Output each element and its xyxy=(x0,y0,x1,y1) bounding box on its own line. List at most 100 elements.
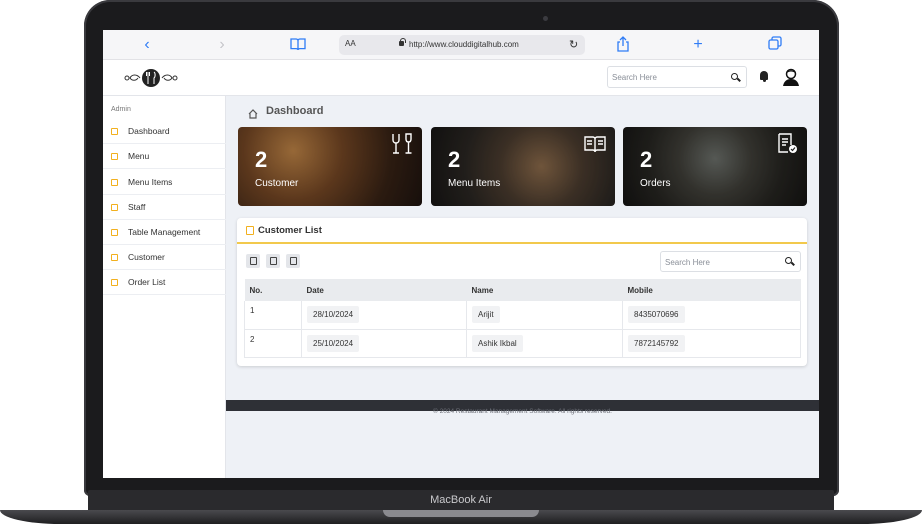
table-header-row: No. Date Name Mobile xyxy=(244,279,801,301)
cell-name: Ashik Ikbal xyxy=(466,329,623,358)
laptop-frame: ‹ › AA http://www.clouddigitalhub.com ↻ … xyxy=(0,0,922,530)
bell-icon[interactable] xyxy=(760,71,768,82)
print-icon xyxy=(289,256,297,265)
url-text: http://www.clouddigitalhub.com xyxy=(409,40,519,49)
stat-card-value: 2 xyxy=(448,147,461,172)
export-pdf-button[interactable] xyxy=(266,254,280,268)
search-icon[interactable] xyxy=(731,73,738,80)
stat-card-value: 2 xyxy=(640,147,653,172)
cell-mobile: 8435070696 xyxy=(622,301,801,330)
sidebar-item-menu[interactable]: Menu xyxy=(103,144,226,169)
panel-title: Customer List xyxy=(258,225,322,236)
stat-card-menu-items[interactable]: 2 Menu Items xyxy=(431,127,615,206)
sidebar-item-dashboard[interactable]: Dashboard xyxy=(103,119,226,144)
stat-card-value: 2 xyxy=(255,147,268,172)
sidebar-item-table-management[interactable]: Table Management xyxy=(103,220,226,245)
home-icon xyxy=(248,106,258,119)
sidebar-item-label: Customer xyxy=(128,252,165,262)
sidebar-item-label: Table Management xyxy=(128,227,201,237)
table-icon xyxy=(111,229,118,236)
order-check-icon xyxy=(775,132,799,156)
sidebar-section-admin: Admin xyxy=(111,106,131,113)
screen: ‹ › AA http://www.clouddigitalhub.com ↻ … xyxy=(103,30,819,478)
cell-mobile-value: 8435070696 xyxy=(628,306,685,324)
cell-date: 28/10/2024 xyxy=(301,301,467,330)
search-icon[interactable] xyxy=(785,257,792,264)
menu-book-icon xyxy=(111,153,118,160)
cell-no: 1 xyxy=(244,301,302,330)
sidebar-item-label: Menu Items xyxy=(128,177,173,187)
cell-date-value: 25/10/2024 xyxy=(307,334,360,352)
cell-name-value: Ashik Ikbal xyxy=(472,334,523,352)
cell-mobile: 7872145792 xyxy=(622,329,801,358)
page-footer: © 2024 Restaurant Management Software. A… xyxy=(226,400,819,415)
sidebar-item-label: Order List xyxy=(128,277,166,287)
back-icon[interactable]: ‹ xyxy=(138,36,156,54)
forward-icon[interactable]: › xyxy=(213,36,231,54)
column-header-date[interactable]: Date xyxy=(301,279,467,301)
restaurant-logo-icon[interactable] xyxy=(121,67,181,89)
wine-glass-icon xyxy=(390,132,414,156)
column-header-name[interactable]: Name xyxy=(466,279,623,301)
footer-text: © 2024 Restaurant Management Software. A… xyxy=(433,408,612,415)
laptop-notch xyxy=(383,510,539,517)
cell-name-value: Arijit xyxy=(472,306,500,324)
cell-date-value: 28/10/2024 xyxy=(307,306,360,324)
user-icon xyxy=(111,254,118,261)
clipboard-icon xyxy=(246,226,254,235)
cell-no: 2 xyxy=(244,329,302,358)
sidebar: Admin Dashboard Menu Menu Items Staff Ta… xyxy=(103,96,226,478)
sidebar-item-customer[interactable]: Customer xyxy=(103,245,226,270)
header-search-input[interactable] xyxy=(612,70,722,84)
main-content: Dashboard 2 Customer 2 Menu Items 2 Orde… xyxy=(226,96,819,478)
stat-card-label: Customer xyxy=(255,178,299,189)
customer-table: No. Date Name Mobile 1 28/10/2024 Arijit… xyxy=(244,279,801,358)
page-title: Dashboard xyxy=(266,105,324,117)
stat-card-orders[interactable]: 2 Orders xyxy=(623,127,807,206)
list-search[interactable] xyxy=(660,251,801,272)
cell-date: 25/10/2024 xyxy=(301,329,467,358)
fork-knife-icon xyxy=(111,179,118,186)
device-label: MacBook Air xyxy=(430,494,492,506)
laptop-base: MacBook Air xyxy=(0,490,922,530)
header-search[interactable] xyxy=(607,66,747,88)
avatar[interactable] xyxy=(781,67,801,87)
sidebar-item-staff[interactable]: Staff xyxy=(103,195,226,220)
excel-icon xyxy=(249,256,257,265)
new-tab-icon[interactable]: + xyxy=(689,36,707,54)
export-excel-button[interactable] xyxy=(246,254,260,268)
sidebar-item-label: Menu xyxy=(128,151,150,161)
reader-aa[interactable]: AA xyxy=(345,39,356,48)
chef-hat-icon xyxy=(111,204,118,211)
grid-icon xyxy=(111,128,118,135)
camera-dot xyxy=(543,16,548,21)
stat-card-customer[interactable]: 2 Customer xyxy=(238,127,422,206)
lock-icon xyxy=(399,38,406,46)
sidebar-item-label: Dashboard xyxy=(128,126,170,136)
cell-mobile-value: 7872145792 xyxy=(628,334,685,352)
reload-icon[interactable]: ↻ xyxy=(569,38,578,51)
panel-header: Customer List xyxy=(237,218,807,244)
stat-card-label: Orders xyxy=(640,178,671,189)
sidebar-item-menu-items[interactable]: Menu Items xyxy=(103,170,226,195)
sidebar-item-label: Staff xyxy=(128,202,146,212)
cell-name: Arijit xyxy=(466,301,623,330)
app-header xyxy=(103,60,819,96)
browser-toolbar: ‹ › AA http://www.clouddigitalhub.com ↻ … xyxy=(103,30,819,60)
open-book-icon xyxy=(583,132,607,156)
sidebar-item-order-list[interactable]: Order List xyxy=(103,270,226,295)
bookmarks-icon[interactable] xyxy=(289,36,307,54)
table-row[interactable]: 2 25/10/2024 Ashik Ikbal 7872145792 xyxy=(244,329,801,358)
stat-card-label: Menu Items xyxy=(448,178,501,189)
share-icon[interactable] xyxy=(614,36,632,54)
column-header-no[interactable]: No. xyxy=(244,279,302,301)
column-header-mobile[interactable]: Mobile xyxy=(622,279,801,301)
pdf-icon xyxy=(269,256,277,265)
list-search-input[interactable] xyxy=(665,255,775,269)
customer-list-panel: Customer List No. Date Name Mobile xyxy=(237,218,807,366)
print-button[interactable] xyxy=(286,254,300,268)
tabs-icon[interactable] xyxy=(766,36,784,54)
table-row[interactable]: 1 28/10/2024 Arijit 8435070696 xyxy=(244,301,801,330)
clipboard-icon xyxy=(111,279,118,286)
address-bar[interactable]: AA http://www.clouddigitalhub.com ↻ xyxy=(339,35,585,55)
